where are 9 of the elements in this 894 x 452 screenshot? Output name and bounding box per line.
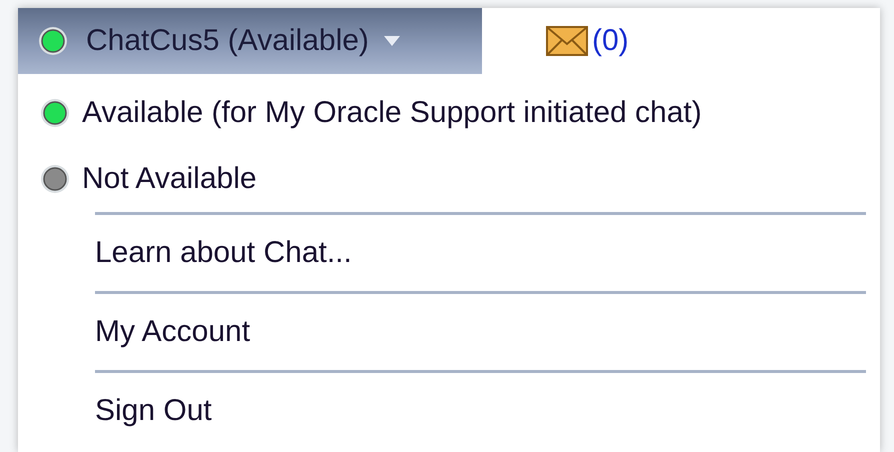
menu-item[interactable]: Not Available: [82, 162, 257, 196]
envelope-icon[interactable]: [546, 26, 588, 56]
menu-item[interactable]: Available (for My Oracle Support initiated chat): [82, 96, 702, 130]
message-count: (0): [592, 24, 629, 58]
menu-item[interactable]: My Account: [95, 315, 250, 349]
status-button[interactable]: ChatCus5 (Available): [18, 8, 482, 74]
menu-item[interactable]: Sign Out: [95, 394, 212, 428]
menu-item[interactable]: Learn about Chat...: [95, 236, 352, 270]
caret-icon: [382, 35, 401, 47]
